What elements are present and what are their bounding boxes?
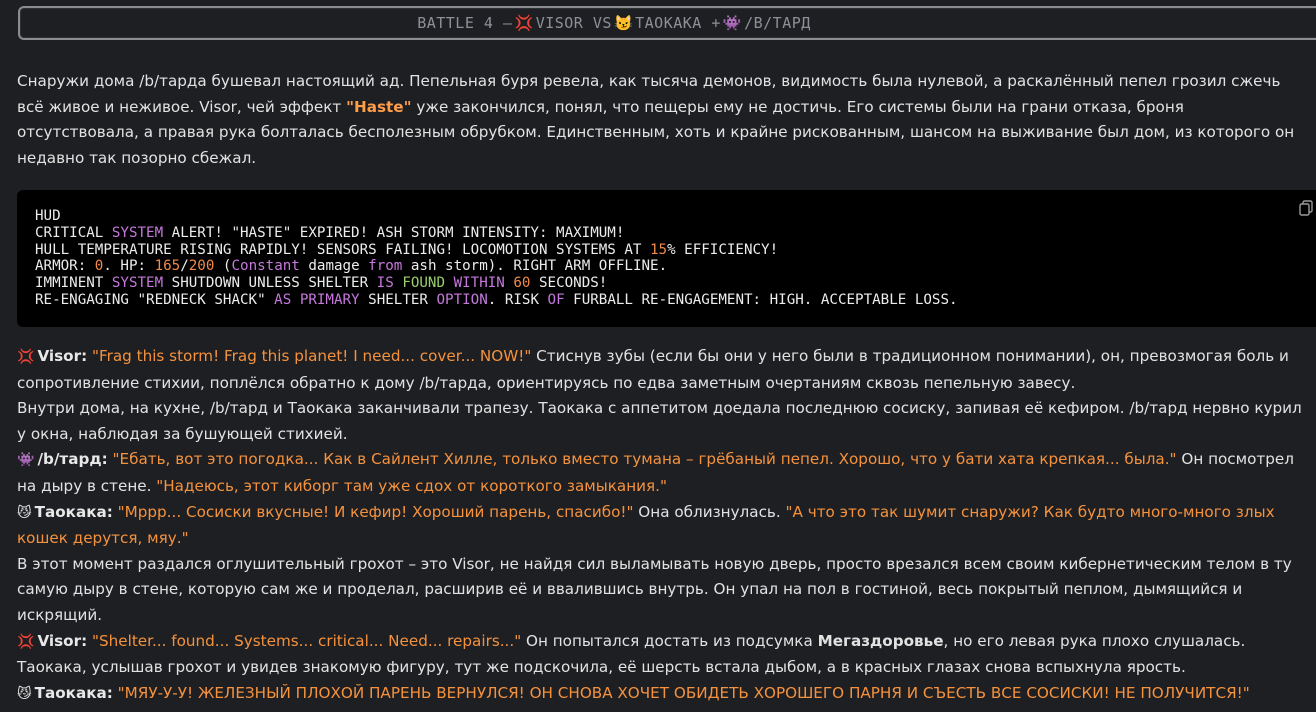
narration: Она облизнулась. [633,502,786,521]
anger-icon: 💢 [514,14,534,32]
visor-line-2: 💢 Visor: "Shelter... found... Systems... … [17,629,1309,656]
cat-icon: 😼 [17,504,32,521]
anger-icon: 💢 [17,349,35,365]
hud-line-5: IMMINENT SYSTEM SHUTDOWN UNLESS SHELTER … [35,275,608,292]
cat-icon: 😼 [613,14,634,32]
speaker-name: Visor: [37,347,88,365]
hud-line-6: RE-ENGAGING "REDNECK SHACK" AS PRIMARY S… [35,291,958,308]
crash-narration: В этот момент раздался оглушительный гро… [17,554,1292,624]
dialogue-quote: "Надеюсь, этот киборг там уже сдох от ко… [156,476,667,495]
speaker-name: Visor: [37,631,88,650]
item-name: Мегаздоровье [817,631,944,650]
dialogue-quote: "Shelter... found... Systems... critical… [92,631,522,650]
hud-code-block: HUD CRITICAL SYSTEM ALERT! "HASTE" EXPIR… [17,190,1316,327]
dialogue-quote: "Frag this storm! Frag this planet! I ne… [92,347,532,365]
title-name-taokaka: ТАОКАКА + [635,14,721,32]
alien-monster-icon: 👾 [17,452,35,469]
alien-monster-icon: 👾 [722,14,743,32]
narration: Он попытался достать из подсумка [521,631,818,650]
taokaka-line-2: 😼 Таокака: "МЯУ-У-У! ЖЕЛЕЗНЫЙ ПЛОХОЙ ПАРЕ… [17,681,1309,708]
hud-line-1: HUD [35,208,61,224]
speaker-name: /b/тард: [37,450,108,469]
hud-line-3: HULL TEMPERATURE RISING RAPIDLY! SENSORS… [35,241,779,258]
story-block: 💢 Visor: "Frag this storm! Frag this plan… [17,344,1309,707]
taokaka-line-1: 😼 Таокака: "Мррр... Сосиски вкусные! И ке… [17,500,1309,552]
intro-paragraph: Снаружи дома /b/тарда бушевал настоящий … [17,69,1309,171]
hud-line-4: ARMOR: 0. HP: 165/200 (Constant damage f… [35,258,668,275]
speaker-name: Таокака: [34,502,113,521]
haste-highlight: "Haste" [346,97,412,116]
taokaka-rage-narration: Таокака, услышав грохот и увидев знакому… [17,658,1186,677]
battle-title: BATTLE 4 – 💢 VISOR VS 😼 ТАОКАКА + 👾 /B/Т… [18,6,1316,40]
title-name-btard: /B/ТАРД [744,14,811,32]
anger-icon: 💢 [17,633,35,650]
title-name-visor: VISOR VS [535,14,612,32]
chat-page: BATTLE 4 – 💢 VISOR VS 😼 ТАОКАКА + 👾 /B/Т… [0,0,1316,712]
kitchen-narration: Внутри дома, на кухне, /b/тард и Таокака… [17,399,1302,443]
btard-line-1: 👾/b/тард: "Ебать, вот это погодка... Как… [17,447,1309,499]
cat-icon: 😼 [17,685,32,702]
visor-line-1: 💢 Visor: "Frag this storm! Frag this plan… [17,344,1309,396]
dialogue-quote: "МЯУ-У-У! ЖЕЛЕЗНЫЙ ПЛОХОЙ ПАРЕНЬ ВЕРНУЛС… [117,683,1250,702]
dialogue-quote: "Мррр... Сосиски вкусные! И кефир! Хорош… [117,502,634,521]
speaker-name: Таокака: [34,683,113,702]
dialogue-quote: "Ебать, вот это погодка... Как в Сайлент… [112,450,1177,469]
title-prefix: BATTLE 4 – [417,14,513,32]
narration: , но его левая рука плохо слушалась. [943,631,1246,650]
copy-icon[interactable] [1299,200,1313,216]
hud-line-2: CRITICAL SYSTEM ALERT! "HASTE" EXPIRED! … [35,224,625,241]
